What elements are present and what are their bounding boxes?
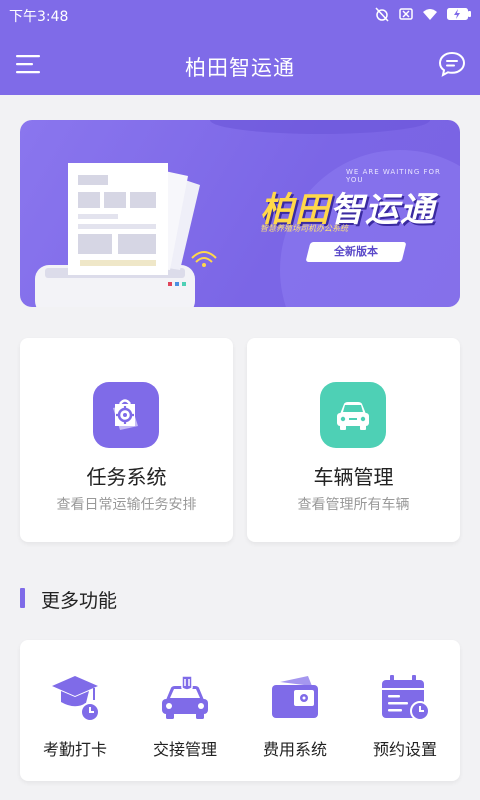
vehicle-management-label: 车辆管理: [313, 465, 394, 489]
car-icon: [320, 382, 386, 448]
expense-label: 费用系统: [262, 740, 327, 759]
task-system-label: 任务系统: [86, 465, 167, 489]
app-header-background: 下午3:48 柏田智运通: [0, 0, 480, 95]
booking-label: 预约设置: [372, 740, 437, 759]
section-accent-bar: [20, 588, 25, 608]
banner-badge: 全新版本: [305, 242, 407, 262]
banner-badge-label: 全新版本: [334, 245, 378, 258]
battery-charging-icon: [447, 8, 471, 20]
booking-item[interactable]: 预约设置: [350, 640, 460, 781]
handover-label: 交接管理: [152, 740, 217, 759]
message-icon[interactable]: [438, 51, 466, 77]
navigation-bar: 柏田智运通: [0, 30, 480, 95]
calendar-icon: [382, 675, 430, 721]
promo-banner[interactable]: WE ARE WAITING FOR YOU 柏田智运通 智慧养殖场司机办公系统…: [20, 120, 460, 307]
wifi-icon: [423, 9, 437, 20]
alarm-off-icon: [375, 7, 389, 22]
status-icons: [374, 6, 472, 22]
wallet-icon: [272, 676, 318, 718]
page-title: 柏田智运通: [185, 56, 295, 80]
task-system-desc: 查看日常运输任务安排: [56, 497, 197, 513]
status-time: 下午3:48: [9, 9, 69, 25]
attendance-item[interactable]: 考勤打卡: [20, 640, 130, 781]
vehicle-management-card[interactable]: 车辆管理 查看管理所有车辆: [247, 338, 460, 542]
sim-off-icon: [399, 8, 413, 20]
banner-subtitle: 智慧养殖场司机办公系统: [260, 224, 348, 233]
handover-icon: [162, 675, 208, 719]
status-bar: 下午3:48: [0, 0, 480, 30]
task-icon: [93, 382, 159, 448]
more-functions-title: 更多功能: [41, 590, 118, 612]
more-functions-panel: 考勤打卡 交接管理 费用系统 预约设置: [20, 640, 460, 781]
attendance-icon: [52, 676, 100, 722]
handover-item[interactable]: 交接管理: [130, 640, 240, 781]
vehicle-management-desc: 查看管理所有车辆: [297, 497, 410, 513]
expense-item[interactable]: 费用系统: [240, 640, 350, 781]
task-system-card[interactable]: 任务系统 查看日常运输任务安排: [20, 338, 233, 542]
attendance-label: 考勤打卡: [42, 740, 107, 759]
